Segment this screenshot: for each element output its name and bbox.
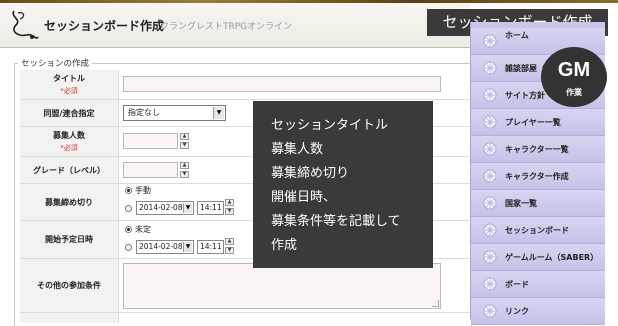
sidebar-item-label: 国家一覧 (505, 199, 537, 208)
sidebar-item-player-list[interactable]: プレイヤー一覧 (471, 109, 605, 136)
other-conditions-textarea[interactable] (123, 263, 441, 309)
sidebar-item-label: リンク (505, 307, 529, 316)
start-time-value: 14:11 (200, 242, 222, 251)
start-date-radio[interactable] (125, 244, 132, 251)
required-mark: *必須 (60, 144, 78, 152)
other-conditions-label-cell: その他の参加条件 (20, 259, 119, 312)
recruit-count-label-cell: 募集人数 *必須 (20, 127, 119, 156)
alliance-selected-value: 指定なし (128, 108, 160, 117)
recruit-count-label: 募集人数 (53, 131, 85, 140)
deadline-manual-radio[interactable] (125, 187, 132, 194)
sidebar-item-label: ボード (505, 280, 529, 289)
deadline-manual-label: 手動 (135, 186, 151, 195)
sidebar-item-label: セッションボード (505, 226, 569, 235)
spin-up-icon[interactable]: ▲ (225, 238, 234, 245)
other-conditions-label: その他の参加条件 (37, 281, 101, 290)
grade-label-cell: グレード（レベル） (20, 157, 119, 183)
alliance-select[interactable]: 指定なし ▼ (123, 105, 226, 121)
deadline-label-cell: 募集締め切り (20, 184, 119, 220)
deadline-date-select[interactable]: 2014-02-08 ▼ (136, 201, 194, 215)
start-time-input[interactable]: 14:11 (197, 240, 224, 254)
sidebar-item-character-create[interactable]: キャラクター作成 (471, 163, 605, 190)
start-undecided-radio[interactable] (125, 226, 132, 233)
chevron-down-icon: ▼ (183, 242, 192, 252)
page-header: セッションボード作成 クラングレストTRPGオンライン (0, 3, 470, 48)
start-datetime-label: 開始予定日時 (45, 235, 93, 244)
annotation-callout: セッションタイトル 募集人数 募集締め切り 開催日時、 募集条件等を記載して 作… (253, 101, 433, 268)
start-datetime-label-cell: 開始予定日時 (20, 221, 119, 258)
callout-line: 作成 (271, 238, 298, 253)
spin-up-icon[interactable]: ▲ (180, 133, 189, 140)
snowflake-icon (483, 277, 497, 291)
sidebar-item-label: ゲームルーム（SABER） (505, 253, 599, 262)
spin-down-icon[interactable]: ▼ (225, 208, 234, 215)
snowflake-icon (483, 250, 497, 264)
site-name: クラングレストTRPGオンライン (160, 22, 293, 32)
sidebar-item-nation-list[interactable]: 国家一覧 (471, 190, 605, 217)
start-date-value: 2014-02-08 (139, 242, 183, 251)
callout-line: セッションタイトル (271, 118, 389, 133)
spin-down-icon[interactable]: ▼ (225, 247, 234, 254)
sidebar-item-session-board[interactable]: セッションボード (471, 217, 605, 244)
sidebar-item-label: サイト方針 (505, 91, 545, 100)
snowflake-icon (483, 88, 497, 102)
required-mark: *必須 (60, 87, 78, 95)
page-title: セッションボード作成 (44, 19, 165, 33)
sidebar-item-links[interactable]: リンク (471, 298, 605, 325)
sidebar-item-board[interactable]: ボード (471, 271, 605, 298)
next-label-cell (20, 313, 119, 323)
callout-line: 募集条件等を記載して (271, 214, 401, 229)
snowflake-icon (483, 115, 497, 129)
snowflake-icon (483, 61, 497, 75)
spin-down-icon[interactable]: ▼ (180, 142, 189, 149)
recruit-count-input[interactable] (123, 133, 178, 149)
spin-up-icon[interactable]: ▲ (225, 199, 234, 206)
snowflake-icon (483, 34, 497, 48)
chevron-down-icon: ▼ (183, 203, 192, 213)
start-date-select[interactable]: 2014-02-08 ▼ (136, 240, 194, 254)
callout-line: 募集人数 (271, 142, 324, 157)
alliance-label: 同盟/連合指定 (43, 108, 95, 118)
alliance-label-cell: 同盟/連合指定 (20, 100, 119, 126)
title-label: タイトル (53, 74, 85, 83)
sidebar-item-label: プレイヤー一覧 (505, 118, 561, 127)
form-row-next (20, 313, 470, 323)
grade-label: グレード（レベル） (33, 165, 105, 175)
sidebar-item-label: ホーム (505, 31, 529, 40)
form-row-title: タイトル *必須 (20, 70, 470, 100)
deadline-label: 募集締め切り (45, 197, 93, 207)
snowflake-icon (483, 304, 497, 318)
sidebar-item-character-list[interactable]: キャラクター一覧 (471, 136, 605, 163)
title-input[interactable] (123, 76, 441, 92)
start-time-spinner[interactable]: ▲ ▼ (225, 238, 234, 254)
gm-badge-main: GM (557, 59, 591, 81)
deadline-date-value: 2014-02-08 (139, 203, 183, 212)
spin-up-icon[interactable]: ▲ (180, 162, 189, 169)
callout-line: 開催日時、 (271, 190, 337, 205)
start-undecided-label: 未定 (135, 225, 151, 234)
deadline-date-radio[interactable] (125, 205, 132, 212)
snowflake-icon (483, 169, 497, 183)
grade-spinner[interactable]: ▲ ▼ (180, 162, 189, 178)
chevron-down-icon: ▼ (213, 107, 224, 119)
deadline-time-input[interactable]: 14:11 (197, 201, 224, 215)
sidebar-item-label: キャラクター作成 (505, 172, 569, 181)
form-legend: セッションの作成 (18, 57, 93, 69)
deadline-time-value: 14:11 (200, 203, 222, 212)
sidebar-item-label: キャラクター一覧 (505, 145, 569, 154)
gm-badge-sub: 作業 (566, 88, 582, 97)
resize-grip-icon[interactable] (432, 300, 439, 307)
sidebar-item-game-room[interactable]: ゲームルーム（SABER） (471, 244, 605, 271)
spin-down-icon[interactable]: ▼ (180, 171, 189, 178)
gm-badge: GM 作業 (541, 47, 607, 107)
flourish-logo-icon (12, 10, 39, 39)
snowflake-icon (483, 223, 497, 237)
recruit-count-spinner[interactable]: ▲ ▼ (180, 133, 189, 149)
title-label-cell: タイトル *必須 (20, 70, 119, 99)
snowflake-icon (483, 196, 497, 210)
snowflake-icon (483, 142, 497, 156)
grade-input[interactable] (123, 162, 178, 178)
callout-line: 募集締め切り (271, 166, 350, 181)
deadline-time-spinner[interactable]: ▲ ▼ (225, 199, 234, 215)
